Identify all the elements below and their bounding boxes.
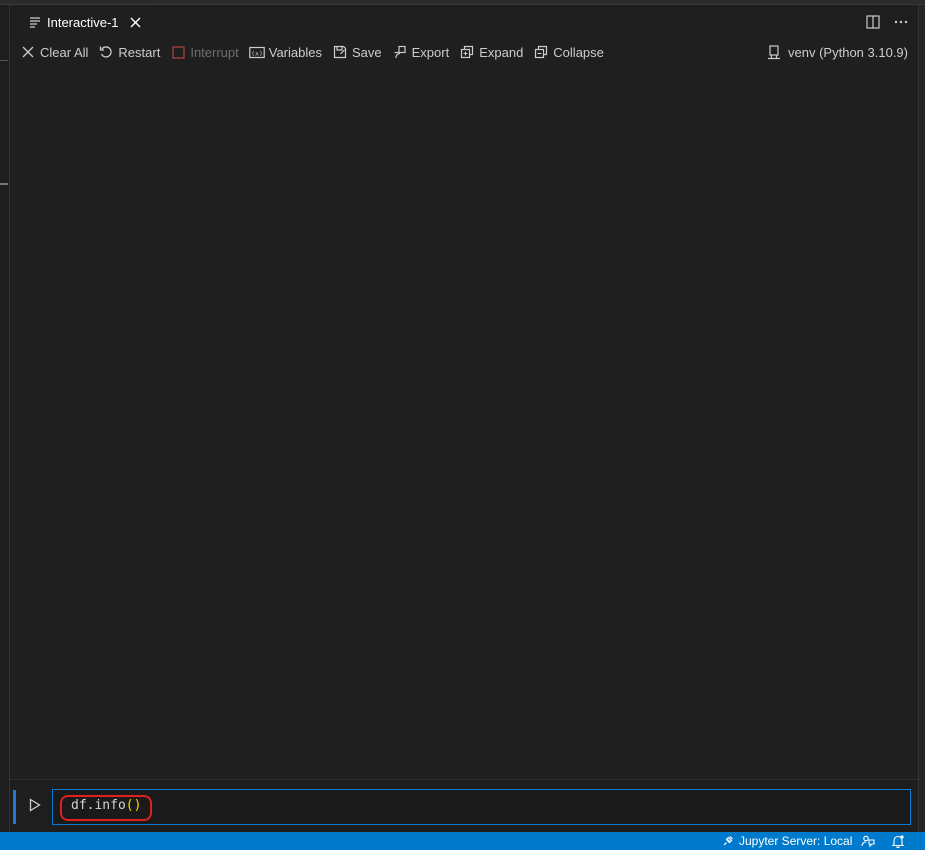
- expand-label: Expand: [479, 44, 524, 60]
- feedback-icon[interactable]: [861, 832, 875, 850]
- export-label: Export: [411, 44, 450, 60]
- tab-actions: [864, 13, 910, 31]
- collapse-button[interactable]: Collapse: [533, 41, 604, 63]
- svg-text:(x): (x): [251, 49, 263, 57]
- clear-all-label: Clear All: [40, 44, 89, 60]
- code-line: df.info(): [71, 798, 141, 813]
- variables-label: Variables: [268, 44, 322, 60]
- interactive-toolbar: Clear All Restart Interrupt (x) Variable…: [10, 39, 918, 65]
- tab-bar: Interactive-1: [10, 5, 918, 39]
- interrupt-label: Interrupt: [190, 44, 239, 60]
- export-icon: [392, 44, 408, 60]
- gutter-marker: [0, 60, 8, 61]
- interrupt-icon: [170, 44, 186, 60]
- status-bar: Jupyter Server: Local: [0, 832, 925, 850]
- expand-icon: [459, 44, 475, 60]
- code-parens: (): [125, 798, 142, 813]
- input-cell-area: df.info(): [10, 779, 918, 832]
- jupyter-server-status[interactable]: Jupyter Server: Local: [721, 832, 852, 850]
- variables-button[interactable]: (x) Variables: [248, 41, 322, 63]
- right-edge-panel: [918, 5, 925, 832]
- collapse-label: Collapse: [553, 44, 604, 60]
- tab-title: Interactive-1: [47, 14, 119, 30]
- clear-all-icon: [20, 44, 36, 60]
- cell-focus-indicator: [13, 790, 16, 824]
- export-button[interactable]: Export: [392, 41, 450, 63]
- interrupt-button[interactable]: Interrupt: [170, 41, 239, 63]
- more-actions-icon[interactable]: [892, 13, 910, 31]
- notebook-list-icon: [28, 15, 42, 29]
- expand-button[interactable]: Expand: [459, 41, 523, 63]
- kernel-picker[interactable]: venv (Python 3.10.9): [766, 39, 908, 65]
- tab-interactive-1[interactable]: Interactive-1: [20, 5, 148, 39]
- save-button[interactable]: Save: [332, 41, 382, 63]
- jupyter-server-label: Jupyter Server: Local: [739, 834, 853, 848]
- close-icon[interactable]: [128, 14, 144, 30]
- save-label: Save: [351, 44, 382, 60]
- gutter-marker: [0, 183, 8, 185]
- run-icon[interactable]: [26, 796, 44, 814]
- plug-icon: [721, 834, 735, 848]
- split-editor-icon[interactable]: [864, 13, 882, 31]
- restart-label: Restart: [118, 44, 161, 60]
- clear-all-button[interactable]: Clear All: [20, 41, 88, 63]
- left-gutter: [0, 5, 10, 832]
- bell-icon[interactable]: [891, 832, 905, 850]
- restart-button[interactable]: Restart: [98, 41, 160, 63]
- collapse-icon: [533, 44, 549, 60]
- interactive-window: Interactive-1 Clear All Restart Interrup…: [10, 5, 918, 832]
- save-icon: [332, 44, 348, 60]
- code-input-editor[interactable]: df.info(): [52, 789, 911, 825]
- kernel-icon: [766, 44, 782, 60]
- code-text: df.info: [71, 798, 126, 813]
- restart-icon: [98, 44, 114, 60]
- variables-icon: (x): [248, 44, 265, 60]
- kernel-label: venv (Python 3.10.9): [788, 44, 908, 60]
